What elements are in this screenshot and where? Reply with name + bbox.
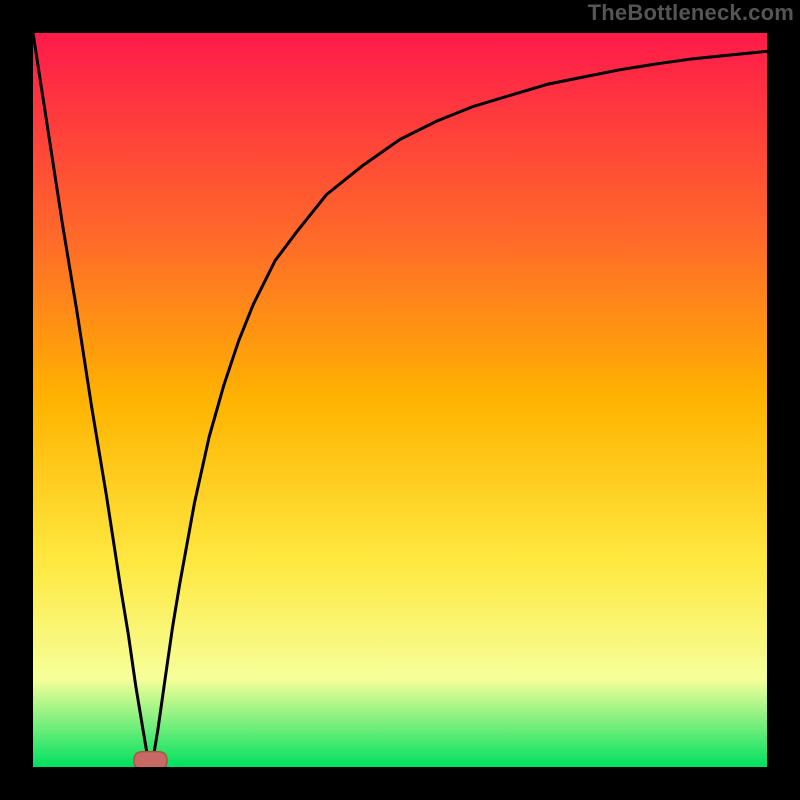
chart-frame: TheBottleneck.com <box>0 0 800 800</box>
plot-svg <box>33 33 767 767</box>
gradient-background <box>33 33 767 767</box>
plot-area <box>33 33 767 767</box>
watermark-text: TheBottleneck.com <box>588 0 794 26</box>
optimal-marker <box>134 752 167 767</box>
